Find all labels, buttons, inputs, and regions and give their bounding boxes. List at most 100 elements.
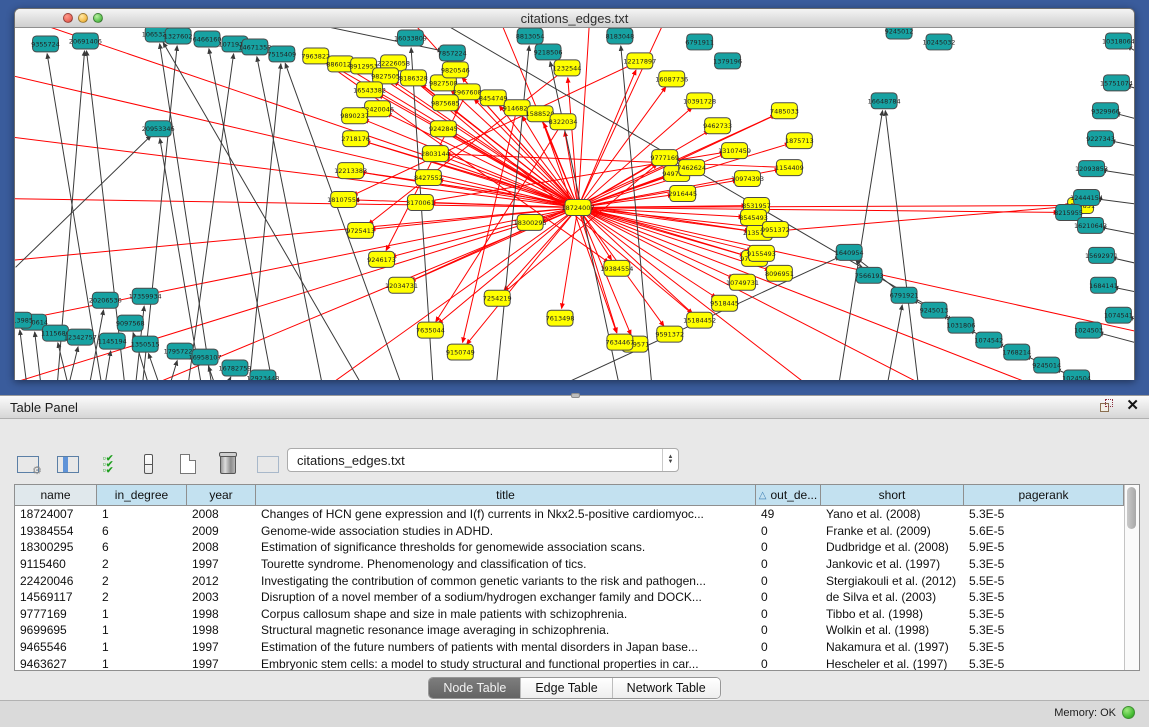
table-cell[interactable]: 2008 bbox=[187, 506, 256, 523]
graph-edge[interactable] bbox=[209, 49, 277, 380]
graph-node[interactable]: 1640954 bbox=[835, 244, 864, 260]
column-header-name[interactable]: name bbox=[15, 485, 97, 505]
graph-node[interactable]: 9155493 bbox=[747, 245, 776, 261]
graph-node[interactable]: 17359934 bbox=[129, 288, 162, 304]
table-cell[interactable]: Estimation of significance thresholds fo… bbox=[256, 539, 756, 556]
table-cell[interactable]: 0 bbox=[756, 639, 821, 656]
graph-node[interactable]: 9218506 bbox=[534, 44, 563, 60]
graph-node[interactable]: 7566193 bbox=[855, 267, 884, 283]
graph-node[interactable]: 1154409 bbox=[775, 160, 804, 176]
column-header-out_de[interactable]: △out_de... bbox=[756, 485, 821, 505]
table-cell[interactable]: Embryonic stem cells: a model to study s… bbox=[256, 655, 756, 670]
graph-node[interactable]: 1875713 bbox=[785, 133, 814, 149]
table-row[interactable]: 969969511998Structural magnetic resonanc… bbox=[15, 622, 1124, 639]
graph-node[interactable]: 18300295 bbox=[514, 214, 547, 230]
graph-node[interactable]: 7857224 bbox=[438, 45, 467, 61]
network-canvas[interactable]: 7963822886012889129532222605898275051654… bbox=[15, 28, 1134, 380]
graph-node[interactable]: 1379196 bbox=[713, 53, 742, 69]
graph-node[interactable]: 19384554 bbox=[600, 260, 633, 276]
graph-node[interactable]: 12034731 bbox=[385, 277, 418, 293]
table-row[interactable]: 2242004622012Investigating the contribut… bbox=[15, 572, 1124, 589]
table-row[interactable]: 1872400712008Changes of HCN gene express… bbox=[15, 506, 1124, 523]
table-cell[interactable]: 18724007 bbox=[15, 506, 97, 523]
graph-node[interactable]: 9890237 bbox=[340, 108, 369, 124]
column-header-pagerank[interactable]: pagerank bbox=[964, 485, 1124, 505]
close-panel-icon[interactable]: ✕ bbox=[1126, 399, 1139, 413]
graph-node[interactable]: 9820546 bbox=[441, 62, 470, 78]
table-cell[interactable]: Disruption of a novel member of a sodium… bbox=[256, 589, 756, 606]
network-window-titlebar[interactable]: citations_edges.txt bbox=[15, 9, 1134, 28]
table-cell[interactable]: 5.9E-5 bbox=[964, 539, 1124, 556]
column-header-title[interactable]: title bbox=[256, 485, 756, 505]
table-cell[interactable]: 0 bbox=[756, 572, 821, 589]
graph-edge[interactable] bbox=[540, 114, 616, 333]
graph-node[interactable]: 7515409 bbox=[267, 46, 296, 62]
table-cell[interactable]: 1 bbox=[97, 506, 187, 523]
graph-node[interactable]: 1031806 bbox=[946, 317, 975, 333]
graph-node[interactable]: 3913985 bbox=[15, 312, 33, 328]
graph-node[interactable]: 1024503 bbox=[1074, 322, 1103, 338]
graph-edge[interactable] bbox=[578, 207, 1134, 380]
table-cell[interactable]: 5.3E-5 bbox=[964, 622, 1124, 639]
graph-edge[interactable] bbox=[257, 57, 327, 380]
graph-edge[interactable] bbox=[1098, 333, 1134, 347]
graph-node[interactable]: 1074542 bbox=[974, 332, 1003, 348]
table-cell[interactable]: 5.3E-5 bbox=[964, 589, 1124, 606]
graph-node[interactable]: 15751074 bbox=[1100, 75, 1133, 91]
table-cell[interactable]: 5.3E-5 bbox=[964, 506, 1124, 523]
graph-node[interactable]: 7254219 bbox=[483, 290, 512, 306]
graph-node[interactable]: 15184452 bbox=[683, 312, 716, 328]
table-cell[interactable]: 1 bbox=[97, 655, 187, 670]
graph-node[interactable]: 2718176 bbox=[341, 131, 370, 147]
graph-node[interactable]: 1768214 bbox=[1002, 344, 1031, 360]
graph-node[interactable]: 1074541 bbox=[1104, 307, 1133, 323]
graph-node[interactable]: 9725413 bbox=[346, 222, 375, 238]
table-cell[interactable]: Dudbridge et al. (2008) bbox=[821, 539, 964, 556]
graph-node[interactable]: 2916445 bbox=[668, 186, 697, 202]
graph-edge[interactable] bbox=[247, 64, 281, 380]
graph-node[interactable]: 10974393 bbox=[731, 171, 764, 187]
dropdown-stepper-icon[interactable]: ▲▼ bbox=[662, 449, 678, 471]
column-header-short[interactable]: short bbox=[821, 485, 964, 505]
graph-node[interactable]: 12217897 bbox=[623, 53, 656, 69]
graph-node[interactable]: 7613498 bbox=[546, 310, 575, 326]
graph-node[interactable]: 8096951 bbox=[765, 265, 794, 281]
graph-edge[interactable] bbox=[578, 87, 666, 208]
table-cell[interactable]: 49 bbox=[756, 506, 821, 523]
table-cell[interactable]: 0 bbox=[756, 622, 821, 639]
graph-node[interactable]: 12923448 bbox=[246, 370, 279, 380]
table-cell[interactable]: Structural magnetic resonance image aver… bbox=[256, 622, 756, 639]
table-row[interactable]: 946554611997Estimation of the future num… bbox=[15, 639, 1124, 656]
graph-node[interactable]: 12213383 bbox=[334, 163, 367, 179]
float-window-icon[interactable] bbox=[1100, 399, 1114, 413]
table-cell[interactable]: 14569117 bbox=[15, 589, 97, 606]
graph-node[interactable]: 9777169 bbox=[650, 150, 679, 166]
graph-edge[interactable] bbox=[578, 207, 766, 228]
table-cell[interactable]: 2 bbox=[97, 556, 187, 573]
graph-node[interactable]: 20206536 bbox=[89, 292, 122, 308]
table-cell[interactable]: 0 bbox=[756, 655, 821, 670]
table-row[interactable]: 1830029562008Estimation of significance … bbox=[15, 539, 1124, 556]
table-cell[interactable]: Investigating the contribution of common… bbox=[256, 572, 756, 589]
table-cell[interactable]: 2 bbox=[97, 589, 187, 606]
table-cell[interactable]: 1997 bbox=[187, 639, 256, 656]
graph-node[interactable]: 8813054 bbox=[516, 28, 545, 44]
graph-edge[interactable] bbox=[578, 28, 594, 207]
table-cell[interactable]: de Silva et al. (2003) bbox=[821, 589, 964, 606]
table-cell[interactable]: 0 bbox=[756, 523, 821, 540]
graph-node[interactable]: 6466160 bbox=[193, 31, 222, 47]
table-cell[interactable]: 0 bbox=[756, 539, 821, 556]
graph-node[interactable]: 9518445 bbox=[710, 295, 739, 311]
table-cell[interactable]: Estimation of the future numbers of pati… bbox=[256, 639, 756, 656]
citation-network-graph[interactable]: 7963822886012889129532222605898275051654… bbox=[15, 28, 1134, 380]
table-cell[interactable]: 1998 bbox=[187, 622, 256, 639]
table-cell[interactable]: 0 bbox=[756, 606, 821, 623]
graph-edge[interactable] bbox=[544, 123, 578, 207]
graph-node[interactable]: 10749731 bbox=[726, 274, 759, 290]
table-cell[interactable]: 6 bbox=[97, 539, 187, 556]
table-cell[interactable]: 1 bbox=[97, 639, 187, 656]
table-cell[interactable]: Tourette syndrome. Phenomenology and cla… bbox=[256, 556, 756, 573]
graph-node[interactable]: 1145194 bbox=[98, 333, 127, 349]
graph-node[interactable]: 16210643 bbox=[1074, 217, 1107, 233]
table-cell[interactable]: 5.3E-5 bbox=[964, 556, 1124, 573]
